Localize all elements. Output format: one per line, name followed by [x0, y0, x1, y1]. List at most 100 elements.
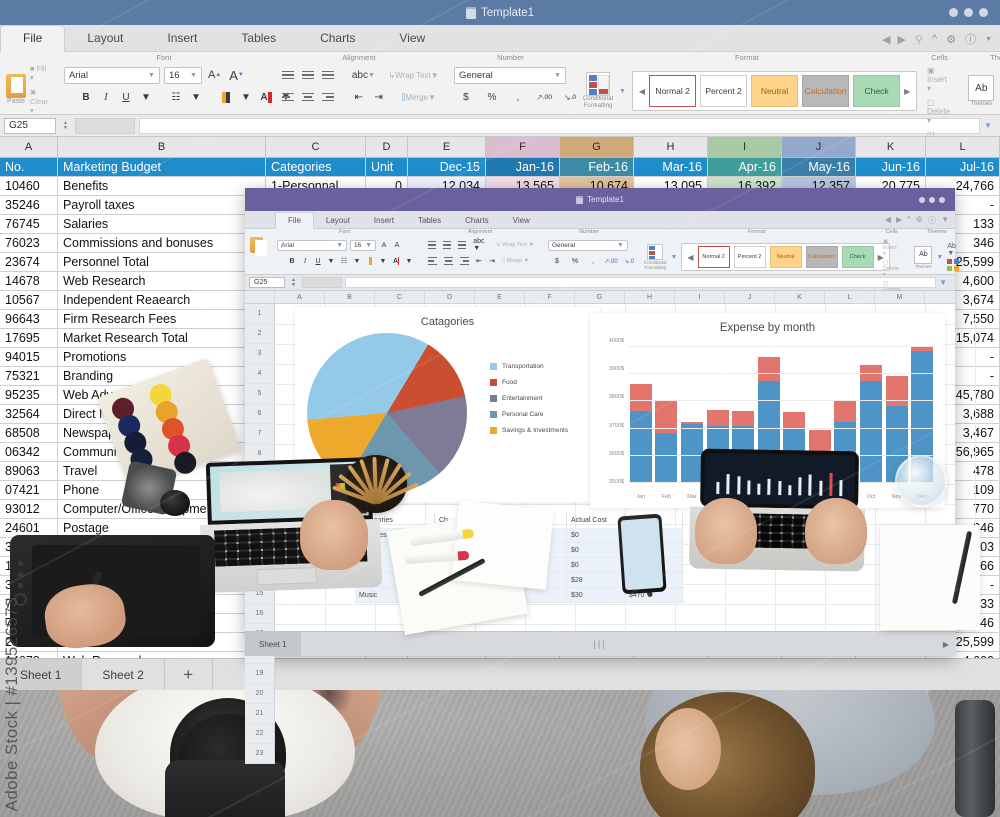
cell-a-10[interactable]: 94015: [0, 348, 58, 366]
inner-name-box[interactable]: G25: [249, 277, 285, 288]
column-header-f[interactable]: F: [486, 137, 560, 157]
inner-row-header[interactable]: 16: [245, 604, 275, 624]
maximize-button[interactable]: [964, 8, 973, 17]
inner-font-color-icon[interactable]: A: [391, 256, 401, 267]
inner-font-size-select[interactable]: 16 ▼: [350, 239, 376, 251]
inner-themes-chevron-down-icon[interactable]: ▼: [936, 254, 943, 261]
cell-a-12[interactable]: 95235: [0, 386, 58, 404]
collapse-ribbon-icon[interactable]: ^: [907, 215, 911, 226]
inner-orientation-button[interactable]: abc ▼: [471, 238, 493, 252]
cell-b-8[interactable]: Firm Research Fees: [58, 310, 266, 328]
align-bottom-icon[interactable]: [320, 67, 336, 84]
inner-underline-button[interactable]: U: [313, 256, 323, 267]
column-header-e[interactable]: E: [408, 137, 486, 157]
percent-button[interactable]: %: [484, 89, 500, 106]
increase-decimal-icon[interactable]: ↗ .00: [536, 89, 552, 106]
grow-font-button[interactable]: A ▲: [206, 67, 223, 84]
column-header-b[interactable]: B: [58, 137, 266, 157]
inner-italic-button[interactable]: I: [300, 256, 310, 267]
gallery-prev-button[interactable]: ◀: [637, 87, 647, 96]
inner-underline-chevron-down-icon[interactable]: ▼: [326, 256, 336, 267]
inner-sheet-tab-1[interactable]: Sheet 1: [245, 632, 301, 656]
inner-row-header[interactable]: 7: [245, 424, 275, 444]
nav-arrows[interactable]: ◀ ▶: [882, 33, 906, 46]
inner-formula-chevron-down-icon[interactable]: ▼: [939, 278, 951, 287]
next-arrow-icon[interactable]: ▶: [897, 33, 905, 46]
themes-icon[interactable]: Ab: [968, 75, 995, 101]
inner-row-header[interactable]: 2: [245, 324, 275, 344]
insert-cells-button[interactable]: ▣ Insert ▾: [927, 66, 952, 93]
inner-column-header-a[interactable]: A: [275, 291, 325, 303]
paste-icon[interactable]: [250, 237, 267, 256]
column-header-l[interactable]: L: [926, 137, 1000, 157]
inner-row-header[interactable]: 19: [245, 664, 275, 684]
minimize-button[interactable]: [949, 8, 958, 17]
inner-currency-button[interactable]: $: [552, 256, 562, 267]
inner-column-header-f[interactable]: F: [525, 291, 575, 303]
decrease-decimal-icon[interactable]: ↘ .0: [562, 89, 578, 106]
gallery-next-button[interactable]: ▶: [902, 87, 912, 96]
tab-view[interactable]: View: [377, 26, 447, 51]
cell-b-6[interactable]: Web Research: [58, 272, 266, 290]
column-header-a[interactable]: A: [0, 137, 58, 157]
inner-align-right-icon[interactable]: [458, 256, 471, 267]
inner-tab-insert[interactable]: Insert: [362, 213, 406, 228]
increase-indent-icon[interactable]: ⇥: [371, 89, 387, 106]
number-format-select[interactable]: General ▼: [453, 66, 566, 84]
help-icon[interactable]: ⓘ: [965, 31, 976, 47]
cell-b-4[interactable]: Commissions and bonuses: [58, 234, 266, 252]
inner-font-family-select[interactable]: Arial ▼: [277, 239, 347, 251]
mini-table-cell[interactable]: $0: [567, 558, 625, 572]
inner-row-header[interactable]: 23: [245, 744, 275, 764]
inner-comma-button[interactable]: ,: [588, 256, 598, 267]
cell-a-7[interactable]: 10567: [0, 291, 58, 309]
align-center-icon[interactable]: [300, 89, 316, 106]
fill-color-icon[interactable]: [218, 89, 234, 106]
inner-tab-view[interactable]: View: [501, 213, 542, 228]
inner-window-controls[interactable]: [919, 196, 945, 203]
cell-a-6[interactable]: 14678: [0, 272, 58, 290]
conditional-formatting-button[interactable]: Conditional Formatting: [583, 72, 613, 110]
cell-a-1[interactable]: 10460: [0, 177, 58, 195]
maximize-button[interactable]: [929, 196, 935, 203]
clear-button[interactable]: ✖ Clear ▾: [30, 88, 48, 115]
inner-decrease-decimal-icon[interactable]: ↘.0: [624, 256, 634, 267]
inner-tab-file[interactable]: File: [275, 212, 314, 229]
inner-wrap-text-button[interactable]: ↳ Wrap Text ▼: [496, 240, 534, 251]
inner-grow-font-button[interactable]: A: [379, 240, 389, 251]
inner-fill-color-icon[interactable]: [365, 256, 375, 267]
gear-icon[interactable]: ⚙: [916, 215, 923, 226]
cell-a-9[interactable]: 17695: [0, 329, 58, 347]
gear-icon[interactable]: ⚙: [946, 33, 956, 46]
tab-layout[interactable]: Layout: [65, 26, 145, 51]
fill-color-chevron-down-icon[interactable]: ▼: [238, 89, 254, 106]
inner-theme-palette-icon[interactable]: [947, 259, 960, 271]
delete-cells-button[interactable]: ▢ Delete ▾: [927, 98, 952, 125]
inner-column-header-j[interactable]: J: [725, 291, 775, 303]
inner-name-box-stepper[interactable]: ▲ ▼: [288, 277, 299, 288]
inner-row-header[interactable]: 3: [245, 344, 275, 364]
shrink-font-button[interactable]: A ▼: [227, 67, 246, 84]
cell-b-7[interactable]: Independent Reaearch: [58, 291, 266, 309]
decrease-indent-icon[interactable]: ⇤: [351, 89, 367, 106]
font-family-select[interactable]: Arial ▼: [63, 66, 160, 84]
inner-column-header-c[interactable]: C: [375, 291, 425, 303]
inner-fill-chevron-down-icon[interactable]: ▼: [378, 256, 388, 267]
inner-increase-indent-icon[interactable]: ⇥: [487, 256, 497, 267]
tab-insert[interactable]: Insert: [145, 26, 219, 51]
align-right-icon[interactable]: [320, 89, 336, 106]
cell-b-2[interactable]: Payroll taxes: [58, 196, 266, 214]
mini-table-cell[interactable]: $28: [567, 573, 625, 587]
inner-merge-button[interactable]: ▯ Merge ▼: [500, 256, 531, 267]
inner-align-top-icon[interactable]: [426, 240, 438, 251]
formula-input[interactable]: [138, 117, 981, 134]
inner-style-neutral[interactable]: Neutral: [769, 246, 802, 268]
cell-a-3[interactable]: 76745: [0, 215, 58, 233]
inner-themes-icon[interactable]: Ab: [914, 245, 933, 264]
mini-table-cell[interactable]: $0: [567, 528, 625, 542]
inner-row-header[interactable]: 1: [245, 304, 275, 324]
inner-row-header[interactable]: 22: [245, 724, 275, 744]
inner-align-left-icon[interactable]: [426, 256, 439, 267]
inner-align-middle-icon[interactable]: [441, 240, 453, 251]
inner-column-header-b[interactable]: B: [325, 291, 375, 303]
